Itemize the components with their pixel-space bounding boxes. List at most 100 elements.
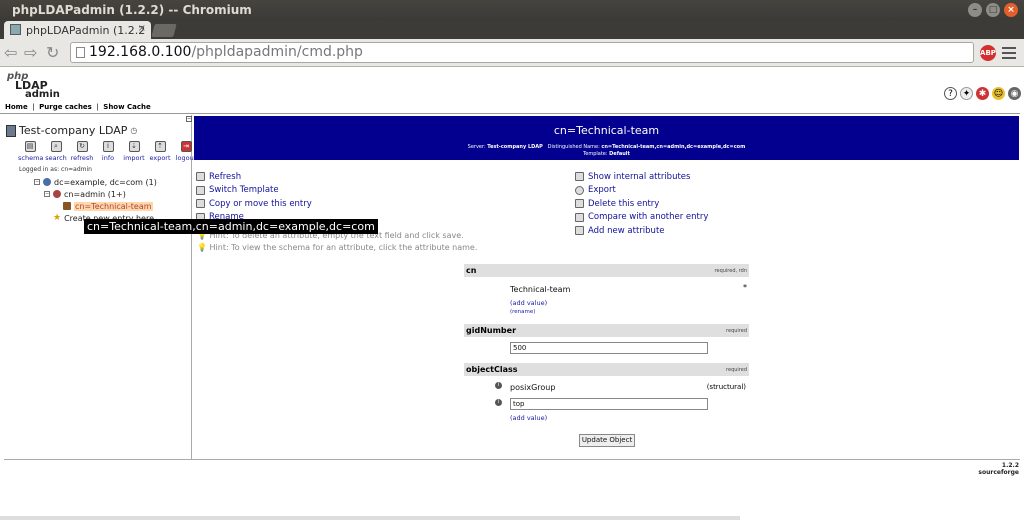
clock-icon[interactable]: ◷ bbox=[130, 126, 137, 135]
attr-name-objectclass[interactable]: objectClass bbox=[466, 365, 518, 374]
browser-tab[interactable]: phpLDAPadmin (1.2.2 × bbox=[4, 21, 151, 39]
page-icon bbox=[76, 47, 85, 58]
add-icon bbox=[575, 226, 584, 236]
group-icon bbox=[63, 202, 71, 210]
bug-icon[interactable]: ✱ bbox=[976, 87, 989, 100]
forward-icon[interactable]: ⇨ bbox=[24, 43, 37, 62]
minimize-icon[interactable]: – bbox=[968, 3, 982, 17]
trash-icon bbox=[575, 199, 584, 209]
collapse-icon[interactable]: − bbox=[186, 116, 192, 122]
import-icon: ⇣ bbox=[128, 141, 140, 152]
menu-icon[interactable] bbox=[1002, 47, 1016, 62]
logged-in-as: Logged in as: cn=admin bbox=[19, 166, 92, 173]
entry-actions-right: Show internal attributes Export Delete t… bbox=[575, 170, 708, 238]
tab-close-icon[interactable]: × bbox=[138, 23, 146, 34]
search-icon: ⌕ bbox=[50, 141, 62, 152]
structural-label: (structural) bbox=[706, 383, 746, 391]
tab-strip: phpLDAPadmin (1.2.2 × bbox=[0, 20, 1024, 39]
expand-icon[interactable]: − bbox=[34, 179, 40, 185]
star-icon: ★ bbox=[53, 213, 62, 223]
tree-panel: − Test-company LDAP ◷ ▤ schema ⌕ search ↻ r… bbox=[4, 115, 196, 460]
gidnumber-input[interactable]: 500 bbox=[510, 342, 708, 354]
entry-header: cn=Technical-team Server: Test-company L… bbox=[194, 116, 1019, 160]
attr-header-objectclass: objectClass required bbox=[464, 363, 749, 376]
sourceforge-logo[interactable]: sourceforge bbox=[978, 469, 1019, 476]
show-internal-attributes-link[interactable]: Show internal attributes bbox=[575, 170, 708, 184]
entry-actions-left: Refresh Switch Template Copy or move thi… bbox=[196, 170, 312, 224]
attr-header-cn: cn required, rdn bbox=[464, 264, 749, 277]
info-button[interactable]: i info bbox=[96, 141, 120, 162]
copy-move-link[interactable]: Copy or move this entry bbox=[196, 197, 312, 211]
cn-add-value-link[interactable]: (add value) bbox=[510, 299, 547, 307]
tree-node-selected[interactable]: cn=Technical-team bbox=[34, 200, 157, 212]
user-icon bbox=[53, 190, 61, 198]
attr-name-gidnumber[interactable]: gidNumber bbox=[466, 326, 516, 335]
home-link[interactable]: Home bbox=[5, 103, 28, 111]
info-icon: i bbox=[102, 141, 114, 152]
schema-button[interactable]: ▤ schema bbox=[18, 141, 43, 162]
switch-template-link[interactable]: Switch Template bbox=[196, 184, 312, 198]
update-object-button[interactable]: Update Object bbox=[579, 434, 635, 447]
entry-header-details: Server: Test-company LDAP Distinguished … bbox=[467, 144, 746, 157]
objectclass-add-value-link[interactable]: (add value) bbox=[510, 414, 547, 422]
maximize-icon[interactable]: □ bbox=[986, 3, 1000, 17]
hint-schema: 💡 Hint: To view the schema for an attrib… bbox=[197, 243, 478, 252]
objectclass-input[interactable]: top bbox=[510, 398, 708, 410]
close-window-icon[interactable]: × bbox=[1004, 3, 1018, 17]
hints: 💡 Hint: To delete an attribute, empty th… bbox=[197, 231, 477, 255]
refresh-button[interactable]: ↻ refresh bbox=[70, 141, 94, 162]
lightbulb-icon[interactable]: ✦ bbox=[960, 87, 973, 100]
template-icon bbox=[196, 185, 205, 195]
status-bar bbox=[0, 516, 740, 520]
new-tab-button[interactable] bbox=[151, 24, 177, 37]
purge-caches-link[interactable]: Purge caches bbox=[39, 103, 92, 111]
window-title: phpLDAPadmin (1.2.2) -- Chromium bbox=[12, 3, 252, 17]
attribute-table: cn required, rdn Technical-team * (add v… bbox=[464, 264, 749, 436]
forum-icon[interactable]: ◉ bbox=[1008, 87, 1021, 100]
export-link[interactable]: Export bbox=[575, 184, 708, 198]
export-icon: ⇡ bbox=[154, 141, 166, 152]
tree-node-admin[interactable]: − cn=admin (1+) bbox=[34, 188, 157, 200]
info-icon[interactable]: i bbox=[495, 382, 502, 389]
tools-icon bbox=[575, 172, 584, 182]
cn-value: Technical-team bbox=[510, 285, 571, 294]
cn-rename-link[interactable]: (rename) bbox=[510, 309, 535, 315]
attr-name-cn[interactable]: cn bbox=[466, 266, 476, 275]
delete-entry-link[interactable]: Delete this entry bbox=[575, 197, 708, 211]
search-button[interactable]: ⌕ search bbox=[44, 141, 68, 162]
footer-divider bbox=[4, 459, 1020, 460]
attr-header-gidnumber: gidNumber required bbox=[464, 324, 749, 337]
tree-node-root[interactable]: − dc=example, dc=com (1) bbox=[34, 176, 157, 188]
copy-icon bbox=[196, 199, 205, 209]
compare-link[interactable]: Compare with another entry bbox=[575, 211, 708, 225]
adblock-icon[interactable]: ABP bbox=[980, 45, 996, 61]
objectclass-value-1: posixGroup bbox=[510, 383, 556, 392]
version-info: 1.2.2 sourceforge bbox=[978, 462, 1019, 476]
refresh-link[interactable]: Refresh bbox=[196, 170, 312, 184]
add-attribute-link[interactable]: Add new attribute bbox=[575, 224, 708, 238]
browser-toolbar: ⇦ ⇨ ↻ 192.168.0.100/phpldapadmin/cmd.php bbox=[0, 39, 1024, 67]
entry-dn-title: cn=Technical-team bbox=[553, 124, 660, 137]
import-button[interactable]: ⇣ import bbox=[122, 141, 146, 162]
phpldapadmin-logo[interactable]: php LDAP admin bbox=[7, 72, 60, 100]
schema-icon: ▤ bbox=[24, 141, 36, 152]
smiley-icon[interactable]: ☺ bbox=[992, 87, 1005, 100]
address-bar[interactable]: 192.168.0.100/phpldapadmin/cmd.php bbox=[70, 42, 974, 63]
window-controls: – □ × bbox=[968, 3, 1018, 17]
export-icon bbox=[575, 185, 584, 195]
compare-icon bbox=[575, 212, 584, 222]
server-icon bbox=[6, 124, 16, 137]
refresh-icon: ↻ bbox=[76, 141, 88, 152]
attr-body-gidnumber: 500 bbox=[464, 337, 749, 363]
back-icon[interactable]: ⇦ bbox=[4, 43, 17, 62]
server-title: Test-company LDAP ◷ bbox=[6, 124, 137, 137]
info-icon[interactable]: i bbox=[495, 399, 502, 406]
attr-body-cn: Technical-team * (add value) (rename) bbox=[510, 283, 747, 315]
show-cache-link[interactable]: Show Cache bbox=[103, 103, 150, 111]
logout-icon: ⇥ bbox=[180, 141, 192, 152]
help-icon[interactable]: ? bbox=[944, 87, 957, 100]
export-button[interactable]: ⇡ export bbox=[148, 141, 172, 162]
reload-icon[interactable]: ↻ bbox=[46, 43, 59, 62]
server-actions: ▤ schema ⌕ search ↻ refresh i info ⇣ import ⇡… bbox=[18, 141, 198, 162]
expand-icon[interactable]: − bbox=[44, 191, 50, 197]
